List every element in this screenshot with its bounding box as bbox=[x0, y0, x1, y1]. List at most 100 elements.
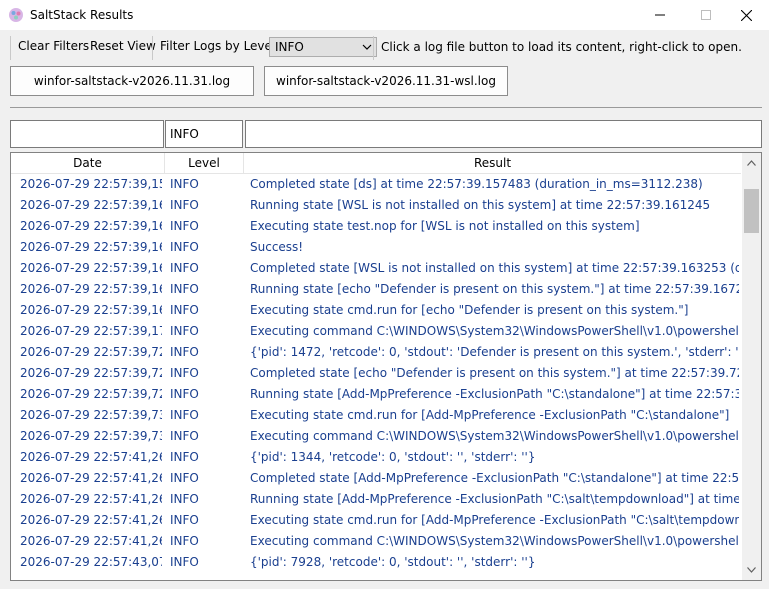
cell-date: 2026-07-29 22:57:41,262 bbox=[20, 450, 162, 464]
level-filter-box[interactable] bbox=[165, 120, 243, 148]
table-row[interactable]: 2026-07-29 22:57:39,171 INFO Executing com… bbox=[11, 321, 741, 342]
table-row[interactable]: 2026-07-29 22:57:41,264 INFO Executing sta… bbox=[11, 510, 741, 531]
cell-result: Executing state cmd.run for [echo "Defen… bbox=[250, 303, 689, 317]
cell-date: 2026-07-29 22:57:39,171 bbox=[20, 324, 162, 338]
cell-date: 2026-07-29 22:57:39,163 bbox=[20, 261, 162, 275]
table-row[interactable]: 2026-07-29 22:57:39,167 INFO Running state… bbox=[11, 279, 741, 300]
table-row[interactable]: 2026-07-29 22:57:39,163 INFO Executing sta… bbox=[11, 216, 741, 237]
cell-level: INFO bbox=[170, 324, 199, 338]
cell-result: Executing state test.nop for [WSL is not… bbox=[250, 219, 640, 233]
table-row[interactable]: 2026-07-29 22:57:41,262 INFO {'pid': 1344,… bbox=[11, 447, 741, 468]
cell-date: 2026-07-29 22:57:39,161 bbox=[20, 198, 162, 212]
table-row[interactable]: 2026-07-29 22:57:39,157 INFO Completed sta… bbox=[11, 174, 741, 195]
cell-date: 2026-07-29 22:57:41,262 bbox=[20, 471, 162, 485]
toolbar-separator bbox=[373, 36, 374, 60]
cell-date: 2026-07-29 22:57:39,167 bbox=[20, 282, 162, 296]
column-header-result[interactable]: Result bbox=[244, 153, 741, 173]
filter-level-label: Filter Logs by Level: bbox=[160, 39, 280, 53]
scroll-up-button[interactable] bbox=[742, 153, 761, 173]
table-row[interactable]: 2026-07-29 22:57:39,729 INFO Completed sta… bbox=[11, 363, 741, 384]
table-row[interactable]: 2026-07-29 22:57:39,167 INFO Executing sta… bbox=[11, 300, 741, 321]
saltstack-app-icon bbox=[9, 8, 23, 22]
column-header-level[interactable]: Level bbox=[165, 153, 244, 173]
cell-result: Executing command C:\WINDOWS\System32\Wi… bbox=[250, 429, 739, 443]
cell-result: Running state [WSL is not installed on t… bbox=[250, 198, 711, 212]
clear-filters-button[interactable]: Clear Filters bbox=[18, 39, 89, 53]
cell-result: Completed state [Add-MpPreference -Exclu… bbox=[250, 471, 739, 485]
chevron-up-icon bbox=[747, 160, 756, 166]
cell-date: 2026-07-29 22:57:41,264 bbox=[20, 513, 162, 527]
cell-result: Executing state cmd.run for [Add-MpPrefe… bbox=[250, 513, 739, 527]
date-filter-box[interactable] bbox=[10, 120, 164, 148]
cell-level: INFO bbox=[170, 240, 199, 254]
cell-date: 2026-07-29 22:57:39,733 bbox=[20, 429, 162, 443]
cell-level: INFO bbox=[170, 513, 199, 527]
cell-level: INFO bbox=[170, 198, 199, 212]
cell-result: Running state [Add-MpPreference -Exclusi… bbox=[250, 387, 739, 401]
level-filter-value: INFO bbox=[275, 40, 304, 54]
cell-level: INFO bbox=[170, 450, 199, 464]
close-button[interactable] bbox=[723, 0, 769, 30]
minimize-button[interactable] bbox=[637, 0, 683, 30]
table-row[interactable]: 2026-07-29 22:57:43,074 INFO {'pid': 7928,… bbox=[11, 552, 741, 573]
toolbar-separator bbox=[10, 36, 11, 60]
column-header-date[interactable]: Date bbox=[11, 153, 165, 173]
cell-result: {'pid': 1344, 'retcode': 0, 'stdout': ''… bbox=[250, 450, 536, 464]
vertical-scrollbar[interactable] bbox=[742, 153, 761, 580]
divider bbox=[10, 107, 762, 108]
table-row[interactable]: 2026-07-29 22:57:39,729 INFO {'pid': 1472,… bbox=[11, 342, 741, 363]
cell-result: Success! bbox=[250, 240, 304, 254]
scrollbar-thumb[interactable] bbox=[744, 189, 759, 233]
cell-level: INFO bbox=[170, 408, 199, 422]
cell-result: Running state [echo "Defender is present… bbox=[250, 282, 739, 296]
cell-result: {'pid': 1472, 'retcode': 0, 'stdout': 'D… bbox=[250, 345, 739, 359]
cell-level: INFO bbox=[170, 345, 199, 359]
cell-level: INFO bbox=[170, 429, 199, 443]
cell-result: Running state [Add-MpPreference -Exclusi… bbox=[250, 492, 739, 506]
maximize-icon bbox=[701, 10, 711, 20]
date-filter-input[interactable] bbox=[11, 121, 163, 147]
log-table[interactable]: Date Level Result 2026-07-29 22:57:39,15… bbox=[10, 152, 762, 581]
table-row[interactable]: 2026-07-29 22:57:39,163 INFO Success! bbox=[11, 237, 741, 258]
table-header: Date Level Result bbox=[11, 153, 741, 174]
window-title: SaltStack Results bbox=[30, 8, 134, 22]
table-row[interactable]: 2026-07-29 22:57:39,731 INFO Executing sta… bbox=[11, 405, 741, 426]
cell-level: INFO bbox=[170, 177, 199, 191]
table-body: 2026-07-29 22:57:39,157 INFO Completed sta… bbox=[11, 174, 741, 580]
cell-level: INFO bbox=[170, 261, 199, 275]
table-row[interactable]: 2026-07-29 22:57:39,733 INFO Executing com… bbox=[11, 426, 741, 447]
cell-date: 2026-07-29 22:57:39,163 bbox=[20, 240, 162, 254]
log-file-button-main[interactable]: winfor-saltstack-v2026.11.31.log bbox=[10, 66, 254, 96]
cell-result: Completed state [echo "Defender is prese… bbox=[250, 366, 739, 380]
scroll-down-button[interactable] bbox=[742, 560, 761, 580]
cell-date: 2026-07-29 22:57:39,157 bbox=[20, 177, 162, 191]
cell-date: 2026-07-29 22:57:41,262 bbox=[20, 492, 162, 506]
cell-date: 2026-07-29 22:57:41,268 bbox=[20, 534, 162, 548]
chevron-down-icon bbox=[362, 44, 372, 50]
table-row[interactable]: 2026-07-29 22:57:41,262 INFO Running state… bbox=[11, 489, 741, 510]
chevron-down-icon bbox=[747, 567, 756, 573]
cell-result: Executing command C:\WINDOWS\System32\Wi… bbox=[250, 324, 739, 338]
result-filter-input[interactable] bbox=[246, 121, 761, 147]
level-filter-select[interactable]: INFO bbox=[269, 37, 377, 57]
minimize-icon bbox=[655, 14, 665, 16]
log-file-button-wsl[interactable]: winfor-saltstack-v2026.11.31-wsl.log bbox=[264, 66, 508, 96]
table-row[interactable]: 2026-07-29 22:57:39,163 INFO Completed sta… bbox=[11, 258, 741, 279]
cell-date: 2026-07-29 22:57:39,729 bbox=[20, 345, 162, 359]
table-row[interactable]: 2026-07-29 22:57:41,262 INFO Completed sta… bbox=[11, 468, 741, 489]
cell-date: 2026-07-29 22:57:39,729 bbox=[20, 366, 162, 380]
title-bar: SaltStack Results bbox=[0, 0, 769, 30]
level-filter-input[interactable] bbox=[166, 121, 242, 147]
table-row[interactable]: 2026-07-29 22:57:41,268 INFO Executing com… bbox=[11, 531, 741, 552]
table-row[interactable]: 2026-07-29 22:57:39,729 INFO Running state… bbox=[11, 384, 741, 405]
cell-level: INFO bbox=[170, 471, 199, 485]
close-icon bbox=[740, 9, 752, 21]
toolbar-separator bbox=[152, 36, 153, 60]
result-filter-box[interactable] bbox=[245, 120, 762, 148]
reset-view-button[interactable]: Reset View bbox=[90, 39, 156, 53]
cell-level: INFO bbox=[170, 555, 199, 569]
cell-date: 2026-07-29 22:57:39,167 bbox=[20, 303, 162, 317]
cell-result: Completed state [ds] at time 22:57:39.15… bbox=[250, 177, 703, 191]
table-row[interactable]: 2026-07-29 22:57:39,161 INFO Running state… bbox=[11, 195, 741, 216]
cell-result: Completed state [WSL is not installed on… bbox=[250, 261, 739, 275]
